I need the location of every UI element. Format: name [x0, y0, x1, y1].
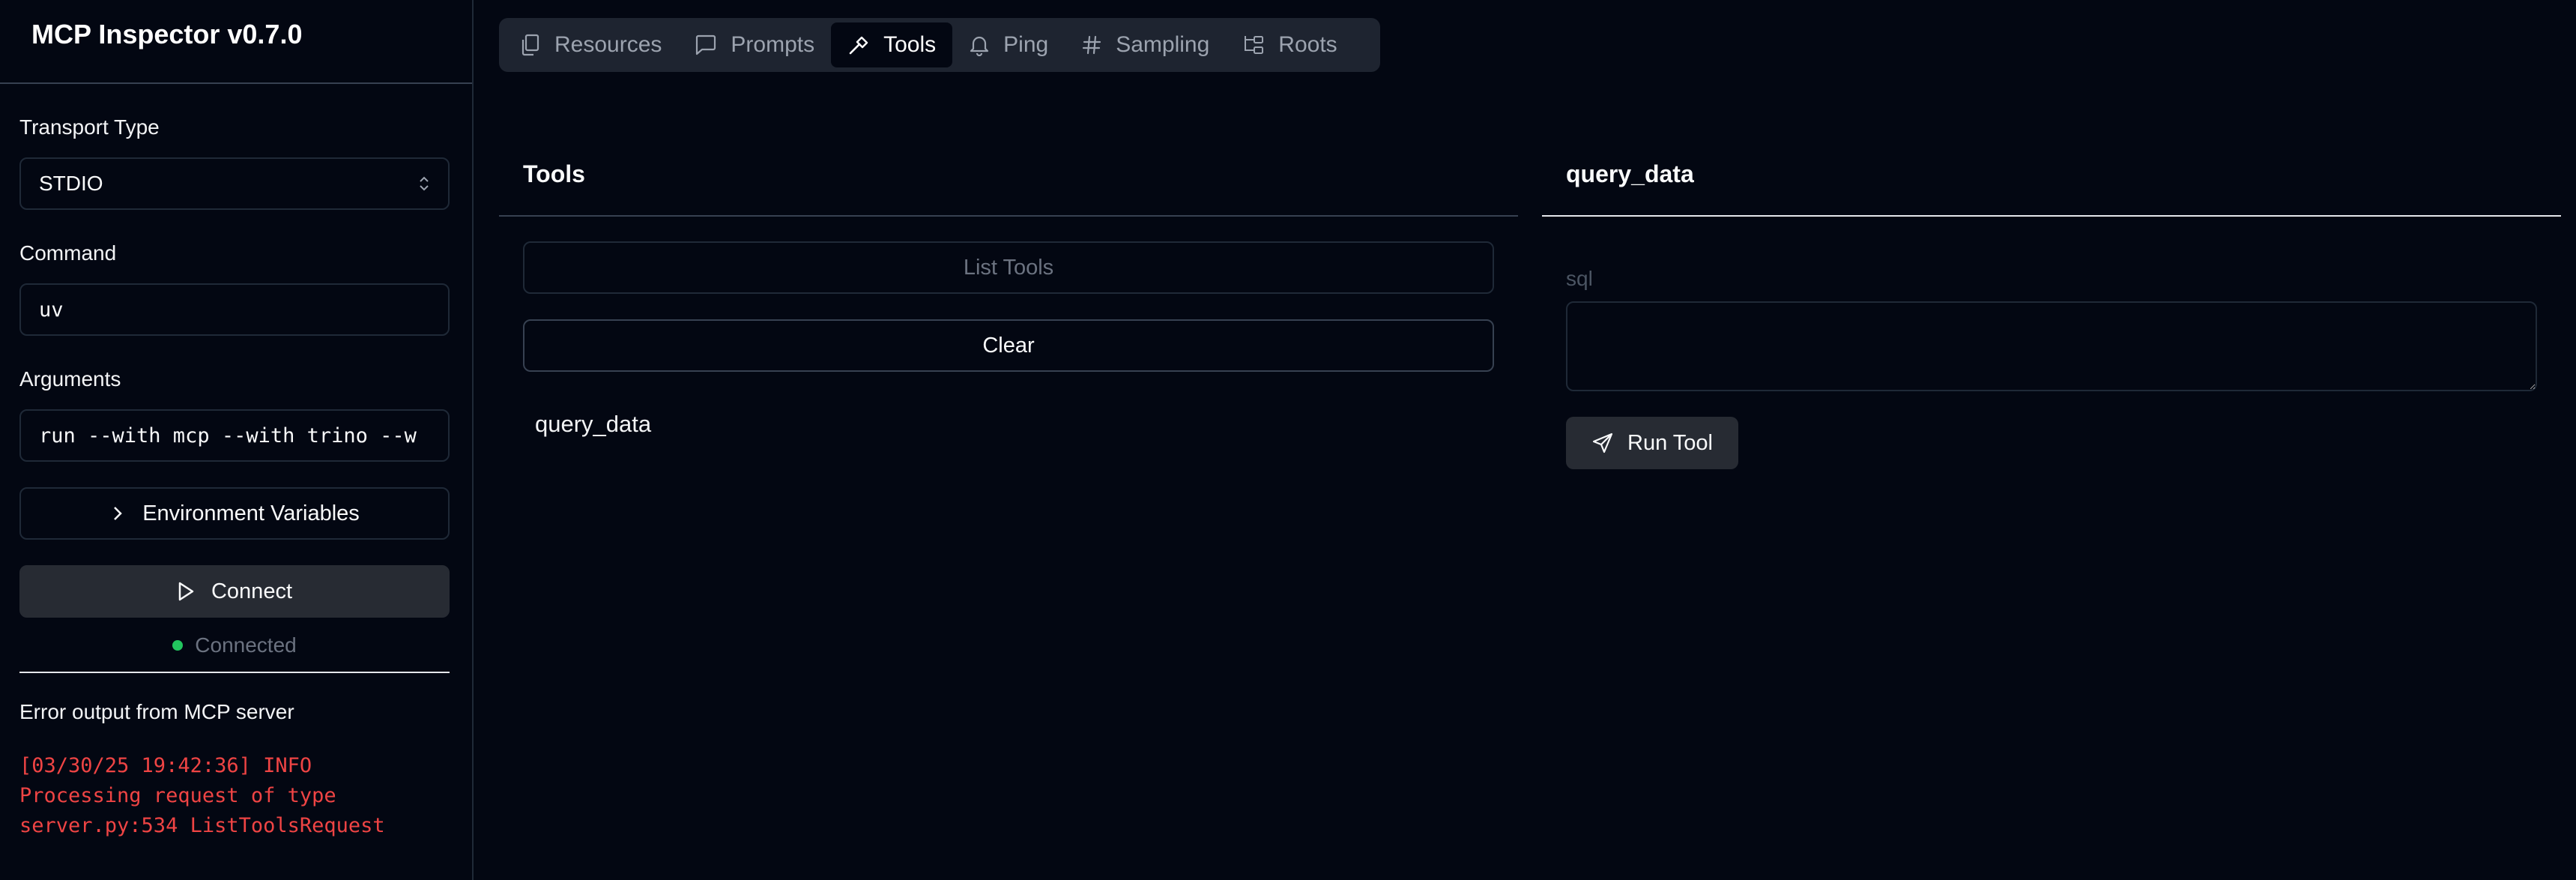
list-tools-label: List Tools [963, 255, 1054, 280]
send-icon [1592, 433, 1613, 453]
chevron-right-icon [114, 507, 122, 520]
environment-variables-button[interactable]: Environment Variables [19, 487, 450, 540]
tool-detail-title: query_data [1566, 160, 1694, 187]
tab-bar: Resources Prompts Tools Ping Sampling Ro… [499, 18, 1380, 72]
command-label: Command [19, 241, 117, 265]
arguments-value: run --with mcp --with trino --w [39, 424, 417, 447]
tab-ping[interactable]: Ping [952, 22, 1065, 67]
error-log-line: [03/30/25 19:42:36] INFO [19, 754, 312, 777]
files-icon [521, 34, 539, 56]
play-icon [178, 582, 194, 601]
tools-panel-divider [499, 215, 1518, 217]
tab-sampling[interactable]: Sampling [1065, 22, 1226, 67]
environment-variables-label: Environment Variables [142, 501, 360, 525]
list-tools-button[interactable]: List Tools [523, 241, 1494, 294]
app-title: MCP Inspector v0.7.0 [31, 19, 303, 49]
sidebar-header: MCP Inspector v0.7.0 [0, 0, 472, 84]
arguments-label: Arguments [19, 367, 121, 391]
run-tool-button[interactable]: Run Tool [1566, 417, 1738, 469]
sidebar-divider [19, 672, 450, 673]
sql-param-label: sql [1566, 267, 1593, 290]
tab-prompts-label: Prompts [731, 32, 815, 57]
chevrons-up-down-icon [418, 175, 430, 193]
clear-label: Clear [982, 333, 1035, 358]
error-output-log: [03/30/25 19:42:36] INFO Processing requ… [19, 751, 385, 841]
tab-sampling-label: Sampling [1116, 32, 1210, 57]
command-input[interactable]: uv [19, 283, 450, 336]
tab-resources-label: Resources [554, 32, 662, 57]
command-value: uv [39, 298, 64, 322]
error-log-line: Processing request of type [19, 784, 336, 807]
tab-roots-label: Roots [1278, 32, 1337, 57]
hammer-icon [849, 36, 868, 55]
error-log-line: server.py:534 ListToolsRequest [19, 814, 385, 837]
connection-status: Connected [19, 631, 450, 660]
run-tool-label: Run Tool [1627, 430, 1713, 455]
tool-detail-divider [1542, 215, 2561, 217]
tab-roots[interactable]: Roots [1226, 22, 1353, 67]
connect-label: Connect [211, 579, 292, 603]
arguments-input[interactable]: run --with mcp --with trino --w [19, 409, 450, 462]
tool-list-item[interactable]: query_data [535, 411, 651, 438]
tab-ping-label: Ping [1003, 32, 1049, 57]
message-square-icon [696, 34, 716, 55]
tab-resources[interactable]: Resources [504, 22, 678, 67]
tab-tools-label: Tools [883, 32, 937, 57]
tab-prompts[interactable]: Prompts [678, 22, 831, 67]
bell-icon [970, 36, 989, 56]
clear-button[interactable]: Clear [523, 319, 1494, 372]
folder-tree-icon [1245, 36, 1264, 54]
error-output-title: Error output from MCP server [19, 700, 294, 723]
transport-type-value: STDIO [39, 172, 103, 195]
sql-param-input[interactable] [1566, 301, 2537, 391]
status-dot-icon [172, 640, 184, 651]
sidebar: MCP Inspector v0.7.0 Transport Type STDI… [0, 0, 474, 880]
hash-icon [1083, 35, 1101, 55]
transport-type-select[interactable]: STDIO [19, 157, 450, 210]
transport-type-label: Transport Type [19, 115, 160, 139]
tab-tools[interactable]: Tools [831, 22, 953, 67]
connection-status-text: Connected [195, 633, 297, 657]
tools-panel-title: Tools [523, 160, 585, 187]
connect-button[interactable]: Connect [19, 565, 450, 618]
